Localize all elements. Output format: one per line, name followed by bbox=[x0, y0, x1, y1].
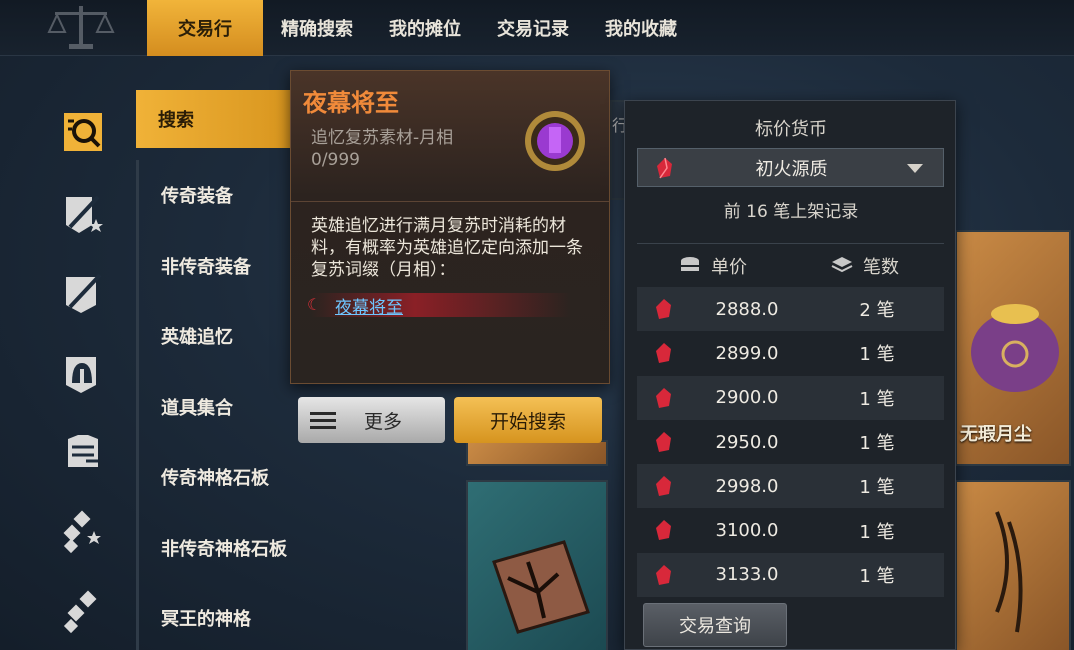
coin-stack-icon bbox=[681, 257, 699, 271]
tooltip-subtitle: 追忆复苏素材-月相 bbox=[311, 128, 454, 148]
listing-row[interactable]: 2888.0 2 笔 bbox=[637, 287, 944, 332]
legendary-weapon-icon[interactable] bbox=[50, 172, 116, 252]
moon-relic-icon bbox=[525, 111, 585, 171]
listing-count: 1 笔 bbox=[859, 388, 895, 410]
price-currency-panel: 标价货币 初火源质 前 16 笔上架记录 单价 笔数 2888.0 2 笔 289… bbox=[624, 100, 956, 650]
listing-count: 1 笔 bbox=[859, 521, 895, 543]
tab-auction-house[interactable]: 交易行 bbox=[147, 0, 263, 56]
legendary-sigil-icon[interactable] bbox=[50, 492, 116, 572]
category-items[interactable]: 道具集合 bbox=[136, 371, 296, 442]
category-hero-memories[interactable]: 英雄追忆 bbox=[136, 301, 296, 372]
listing-count: 1 笔 bbox=[859, 433, 895, 455]
listing-row[interactable]: 3100.0 1 笔 bbox=[637, 508, 944, 553]
crescent-moon-icon: ☾ bbox=[307, 295, 322, 314]
listing-row[interactable]: 2950.0 1 笔 bbox=[637, 419, 944, 465]
item-label-flawless-moondust: 无瑕月尘 bbox=[960, 424, 1032, 445]
tooltip-link-row: ☾ 夜幕将至 bbox=[307, 293, 571, 318]
listing-price: 2899.0 bbox=[715, 342, 779, 364]
armor-icon[interactable] bbox=[50, 412, 116, 492]
red-crystal-icon bbox=[656, 299, 671, 319]
start-search-button[interactable]: 开始搜索 bbox=[454, 397, 602, 443]
tooltip-count: 0/999 bbox=[311, 150, 360, 170]
column-unit-price: 单价 bbox=[711, 257, 747, 278]
tab-precise-search[interactable]: 精确搜索 bbox=[263, 0, 371, 56]
dropdown-arrow-icon bbox=[907, 164, 923, 173]
listing-row[interactable]: 2900.0 1 笔 bbox=[637, 375, 944, 420]
sigil-icon[interactable] bbox=[50, 572, 116, 650]
panel-title: 标价货币 bbox=[755, 119, 827, 140]
listing-price: 2900.0 bbox=[715, 387, 779, 409]
listing-rows: 2888.0 2 笔 2899.0 1 笔 2900.0 1 笔 2950.0 1 笔 … bbox=[637, 287, 944, 598]
category-list: 搜索 传奇装备 非传奇装备 英雄追忆 道具集合 传奇神格石板 非传奇神格石板 冥… bbox=[136, 90, 296, 650]
helmet-icon[interactable] bbox=[50, 332, 116, 412]
category-legendary-sigils[interactable]: 传奇神格石板 bbox=[136, 442, 296, 513]
category-search[interactable]: 搜索 bbox=[136, 90, 296, 148]
column-count: 笔数 bbox=[863, 257, 899, 278]
category-hades-sigil[interactable]: 冥王的神格 bbox=[136, 583, 296, 650]
trade-query-button[interactable]: 交易查询 bbox=[643, 603, 787, 647]
search-category-icon[interactable] bbox=[50, 92, 116, 172]
panel-divider bbox=[637, 243, 944, 244]
red-crystal-icon bbox=[656, 431, 671, 452]
rune-slate-icon bbox=[492, 540, 590, 634]
item-card[interactable] bbox=[466, 440, 608, 466]
ornament-icon bbox=[995, 511, 1023, 633]
more-button[interactable]: 更多 bbox=[298, 397, 445, 443]
red-crystal-icon bbox=[656, 387, 671, 408]
category-non-legendary-sigils[interactable]: 非传奇神格石板 bbox=[136, 512, 296, 583]
listing-row[interactable]: 2899.0 1 笔 bbox=[637, 331, 944, 376]
records-summary: 前 16 笔上架记录 bbox=[723, 202, 859, 222]
tab-my-stall[interactable]: 我的摊位 bbox=[371, 0, 479, 56]
currency-select[interactable]: 初火源质 bbox=[637, 148, 944, 187]
listing-row[interactable]: 2998.0 1 笔 bbox=[637, 464, 944, 509]
listing-price: 3100.0 bbox=[715, 520, 779, 542]
listing-price: 3133.0 bbox=[715, 564, 779, 586]
tooltip-title: 夜幕将至 bbox=[303, 89, 399, 117]
layers-icon bbox=[831, 257, 853, 273]
red-crystal-icon bbox=[656, 564, 671, 585]
more-button-label: 更多 bbox=[364, 410, 403, 433]
red-crystal-icon bbox=[656, 476, 671, 497]
currency-select-value: 初火源质 bbox=[755, 158, 828, 180]
listing-count: 1 笔 bbox=[859, 344, 895, 366]
tooltip-divider bbox=[291, 201, 609, 202]
listing-price: 2950.0 bbox=[715, 431, 779, 453]
item-card-ornament[interactable] bbox=[955, 480, 1071, 650]
tab-my-favorites[interactable]: 我的收藏 bbox=[587, 0, 695, 56]
listing-count: 2 笔 bbox=[859, 300, 895, 322]
menu-icon bbox=[310, 408, 336, 433]
item-tooltip: 夜幕将至 追忆复苏素材-月相 0/999 英雄追忆进行满月复苏时消耗的材料，有概… bbox=[290, 70, 610, 384]
tooltip-description: 英雄追忆进行满月复苏时消耗的材料，有概率为英雄追忆定向添加一条复苏词缀（月相）： bbox=[311, 216, 583, 280]
category-non-legendary-gear[interactable]: 非传奇装备 bbox=[136, 230, 296, 301]
item-card-rune-slate[interactable] bbox=[466, 480, 608, 650]
listing-count: 1 笔 bbox=[859, 477, 895, 499]
top-bar: 交易行 精确搜索 我的摊位 交易记录 我的收藏 bbox=[0, 0, 1074, 56]
tab-trade-records[interactable]: 交易记录 bbox=[479, 0, 587, 56]
red-crystal-icon bbox=[656, 520, 671, 541]
balance-scale-logo-icon bbox=[47, 6, 115, 49]
listing-count: 1 笔 bbox=[859, 565, 895, 587]
listing-price: 2998.0 bbox=[715, 475, 779, 497]
listing-price: 2888.0 bbox=[715, 298, 779, 320]
category-icon-rail bbox=[50, 92, 116, 650]
category-legendary-gear[interactable]: 传奇装备 bbox=[136, 160, 296, 231]
listing-row[interactable]: 3133.0 1 笔 bbox=[637, 552, 944, 598]
tooltip-affix-link[interactable]: 夜幕将至 bbox=[335, 293, 403, 318]
main-tabs: 交易行 精确搜索 我的摊位 交易记录 我的收藏 bbox=[147, 0, 695, 56]
weapon-icon[interactable] bbox=[50, 252, 116, 332]
red-crystal-icon bbox=[656, 343, 671, 364]
listing-table-header: 单价 笔数 bbox=[637, 251, 944, 281]
